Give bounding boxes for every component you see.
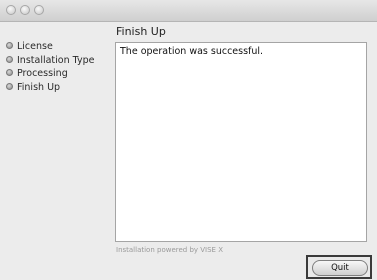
installer-window: License Installation Type Processing Fin… (0, 0, 377, 280)
step-bullet-icon (6, 55, 13, 63)
status-message: The operation was successful. (120, 46, 264, 57)
title-bar (0, 0, 377, 22)
powered-by-text: Installation powered by VISE X (116, 246, 224, 254)
sidebar-item-label: Finish Up (17, 81, 61, 93)
sidebar-item-label: Processing (17, 68, 68, 79)
minimize-window-button[interactable] (20, 5, 30, 15)
sidebar-item-finish-up: Finish Up (6, 81, 110, 94)
sidebar-item-label: Installation Type (17, 54, 95, 66)
sidebar-item-license: License (6, 40, 110, 53)
zoom-window-button[interactable] (34, 5, 44, 15)
installation-steps: License Installation Type Processing Fin… (6, 40, 110, 94)
sidebar-item-processing: Processing (6, 67, 110, 80)
page-title: Finish Up (116, 25, 166, 38)
step-bullet-icon (6, 82, 13, 90)
sidebar-item-installation-type: Installation Type (6, 54, 110, 67)
close-window-button[interactable] (6, 5, 16, 15)
quit-button-highlight: Quit (306, 255, 372, 279)
step-bullet-icon (6, 69, 13, 76)
quit-button[interactable]: Quit (312, 260, 368, 276)
step-bullet-icon (6, 42, 13, 49)
sidebar-item-label: License (17, 41, 53, 52)
message-panel: The operation was successful. (115, 42, 367, 242)
